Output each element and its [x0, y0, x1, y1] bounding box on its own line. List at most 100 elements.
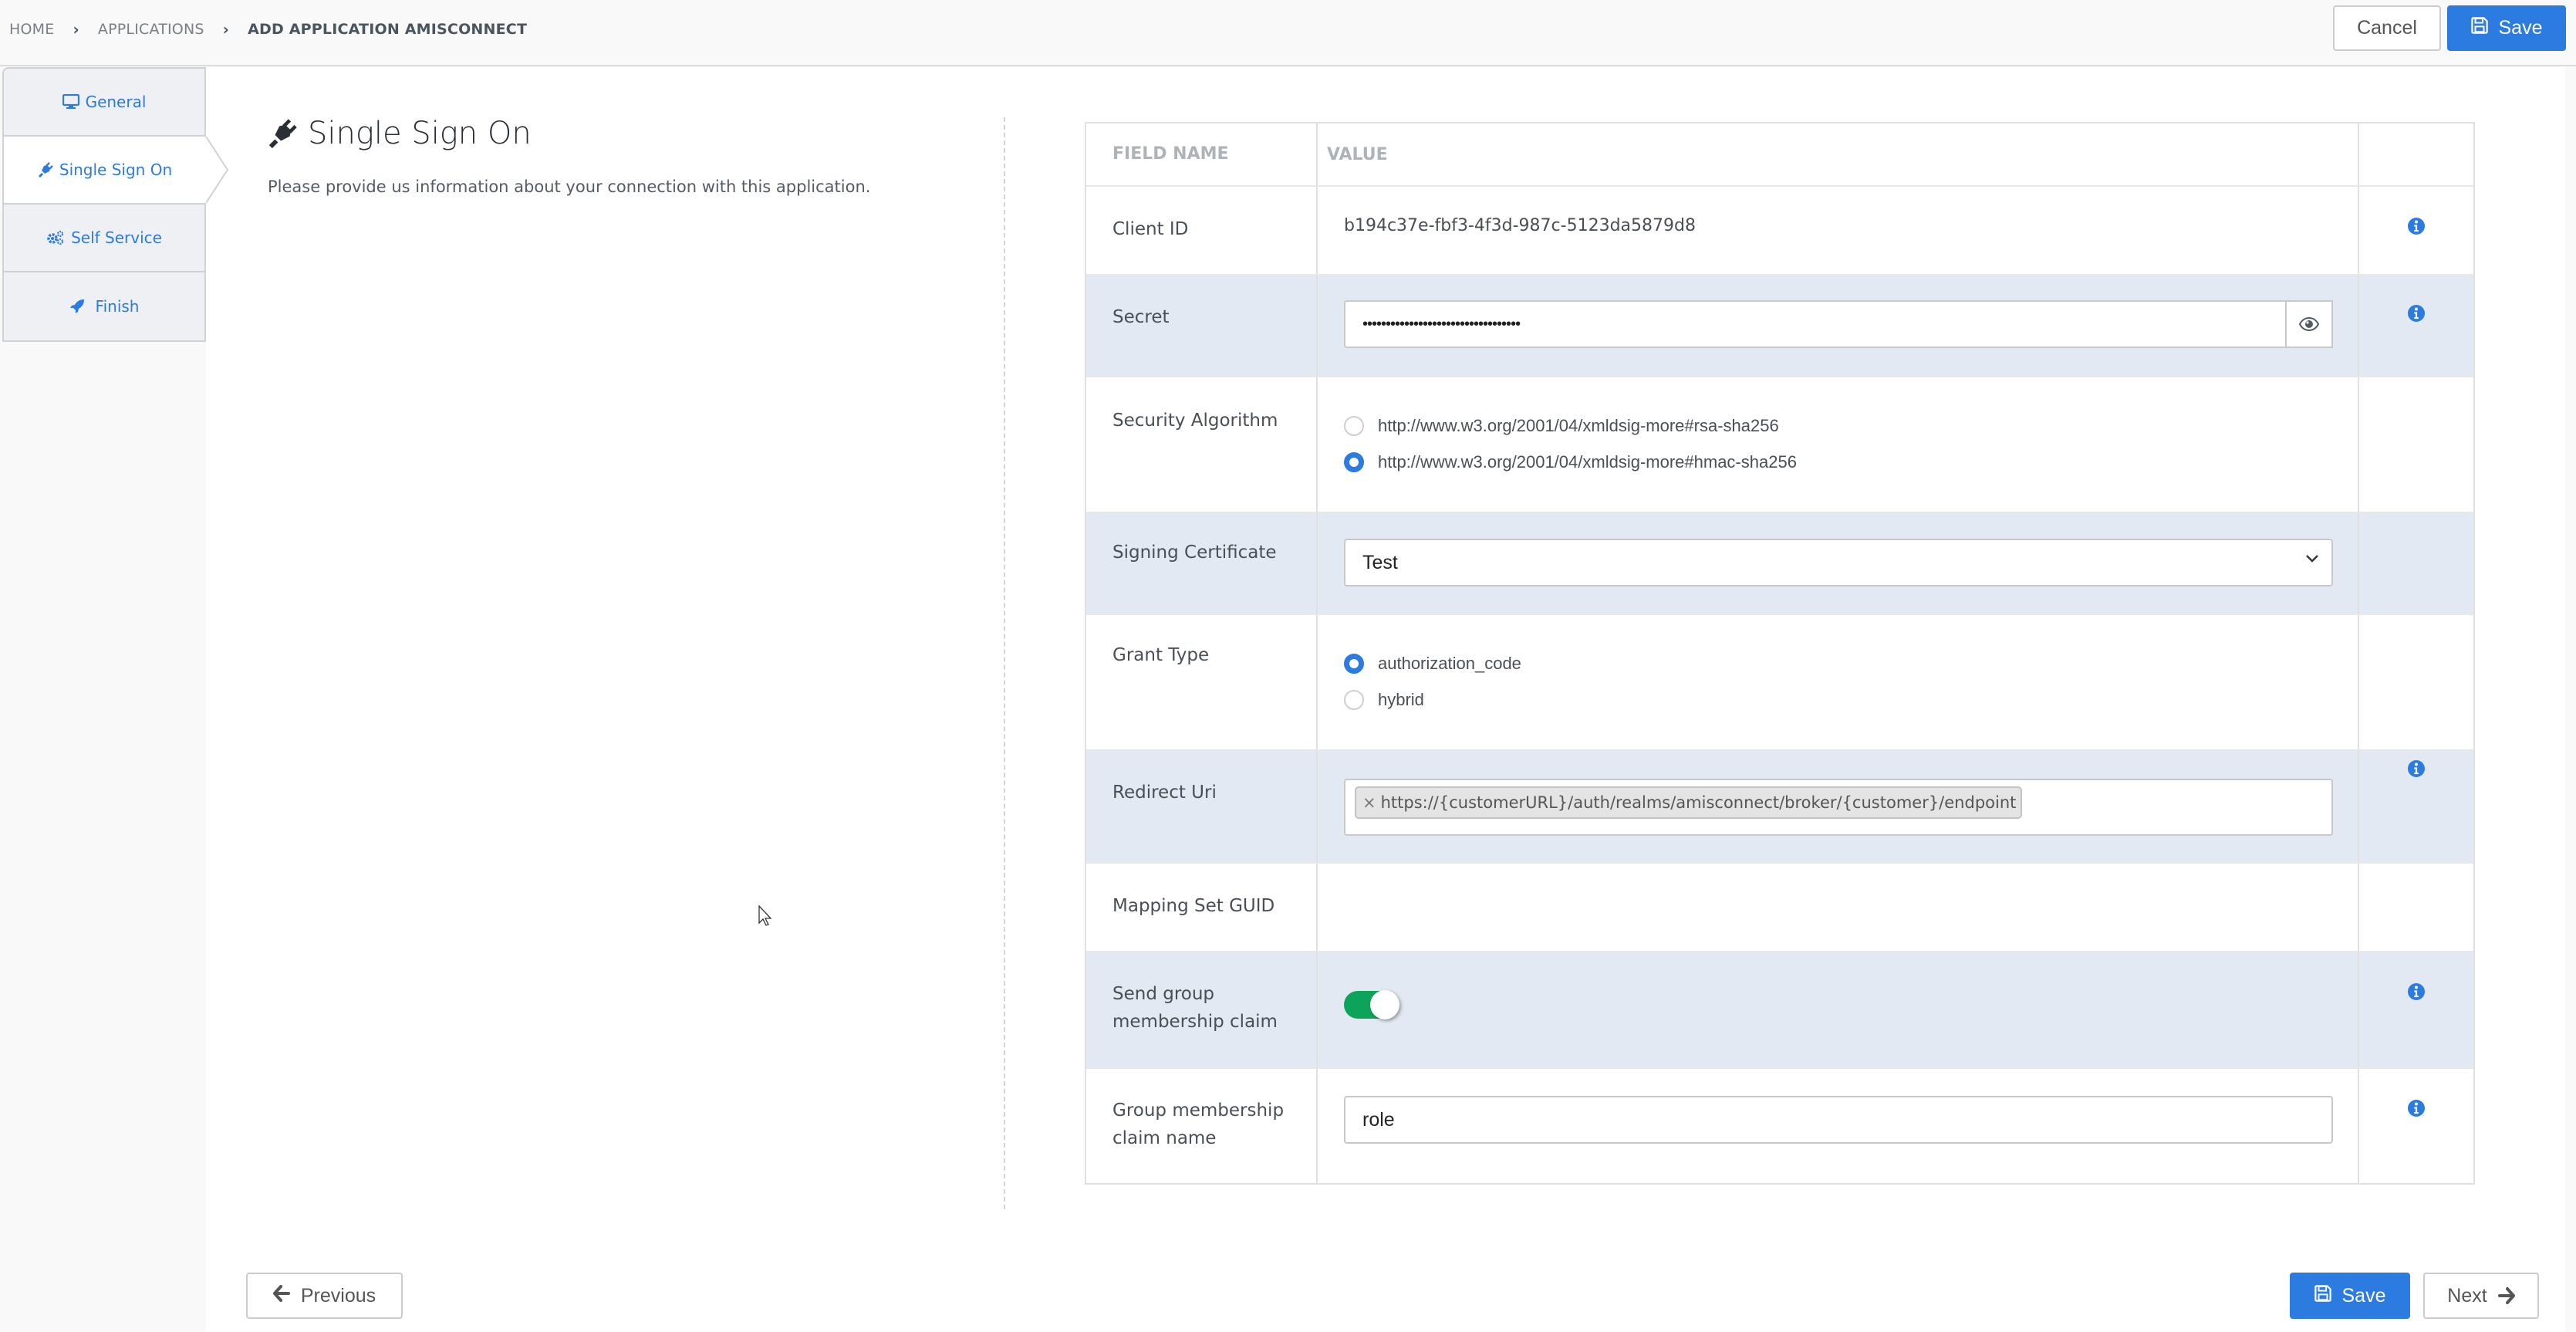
table-header-row: FIELD NAME VALUE: [1086, 123, 2473, 187]
table-row-group-claim-name: Group membership claim name role: [1086, 1069, 2473, 1183]
breadcrumb-home[interactable]: HOME: [9, 21, 54, 38]
info-cell: [2359, 952, 2473, 1067]
table-row-security-algorithm: Security Algorithm http://www.w3.org/200…: [1086, 377, 2473, 513]
info-cell: [2359, 377, 2473, 512]
column-header-info: [2359, 123, 2473, 185]
redirect-uri-tag-input[interactable]: × https://{customerURL}/auth/realms/amis…: [1344, 779, 2333, 836]
field-value-cell: Test: [1318, 513, 2359, 614]
next-label: Next: [2447, 1284, 2487, 1307]
group-claim-name-input[interactable]: role: [1344, 1096, 2333, 1144]
field-value-cell: [1318, 952, 2359, 1067]
redirect-uri-tag: × https://{customerURL}/auth/realms/amis…: [1355, 786, 2023, 819]
radio-hmac-sha256[interactable]: http://www.w3.org/2001/04/xmldsig-more#h…: [1344, 452, 1797, 472]
field-label-line: Send group: [1112, 984, 1215, 1004]
field-value-cell: authorization_code hybrid: [1318, 615, 2359, 749]
previous-button[interactable]: Previous: [246, 1273, 403, 1319]
info-cell: [2359, 751, 2473, 862]
tab-general[interactable]: General: [2, 67, 206, 137]
arrow-right-icon: [2497, 1287, 2515, 1304]
active-tab-arrow: [206, 137, 229, 203]
radio-button-checked[interactable]: [1344, 452, 1364, 472]
save-icon: [2314, 1284, 2331, 1307]
radio-button[interactable]: [1344, 690, 1364, 710]
show-secret-button[interactable]: [2285, 300, 2333, 348]
column-header-value: VALUE: [1318, 123, 2359, 185]
breadcrumb: HOME › APPLICATIONS › ADD APPLICATION AM…: [9, 19, 527, 40]
table-row-client-id: Client ID b194c37e-fbf3-4f3d-987c-5123da…: [1086, 187, 2473, 276]
eye-icon: [2299, 317, 2319, 331]
radio-label: hybrid: [1378, 690, 1424, 709]
field-label-line: claim name: [1112, 1128, 1217, 1148]
tab-label: Finish: [95, 297, 140, 316]
secret-input[interactable]: ••••••••••••••••••••••••••••••••••: [1344, 300, 2333, 348]
save-icon: [2470, 17, 2488, 39]
info-cell: [2359, 276, 2473, 376]
radio-authorization-code[interactable]: authorization_code: [1344, 654, 1521, 674]
field-label: Client ID: [1086, 187, 1318, 274]
field-value-cell: role: [1318, 1069, 2359, 1183]
previous-label: Previous: [300, 1284, 376, 1307]
info-cell: [2359, 1069, 2473, 1183]
table-row-mapping-set-guid: Mapping Set GUID: [1086, 864, 2473, 952]
desktop-icon: [62, 94, 79, 110]
tab-label: General: [85, 93, 147, 111]
page-title: Single Sign On: [268, 116, 532, 151]
tag-label: https://{customerURL}/auth/realms/amisco…: [1380, 793, 2017, 812]
cancel-label: Cancel: [2357, 17, 2417, 39]
radio-button[interactable]: [1344, 416, 1364, 436]
info-cell: [2359, 513, 2473, 614]
next-button[interactable]: Next: [2423, 1273, 2539, 1319]
info-icon[interactable]: [2408, 983, 2425, 1000]
table-row-grant-type: Grant Type authorization_code hybrid: [1086, 615, 2473, 751]
page-subtitle: Please provide us information about your…: [268, 177, 871, 196]
tab-self-service[interactable]: Self Service: [2, 205, 206, 272]
info-cell: [2359, 615, 2473, 749]
tab-label: Self Service: [71, 228, 162, 247]
cogs-icon: [46, 230, 65, 245]
chevron-right-icon: ›: [73, 20, 79, 39]
info-icon[interactable]: [2408, 218, 2425, 235]
field-label: Mapping Set GUID: [1086, 864, 1318, 951]
plug-icon: [268, 119, 297, 148]
rocket-icon: [69, 299, 85, 314]
save-label: Save: [2341, 1284, 2386, 1307]
save-label: Save: [2498, 17, 2543, 39]
tab-label: Single Sign On: [59, 161, 173, 179]
info-icon[interactable]: [2408, 305, 2425, 322]
field-label: Redirect Uri: [1086, 751, 1318, 862]
radio-button-checked[interactable]: [1344, 654, 1364, 674]
client-id-value: b194c37e-fbf3-4f3d-987c-5123da5879d8: [1344, 216, 1696, 235]
field-value-cell: × https://{customerURL}/auth/realms/amis…: [1318, 751, 2359, 862]
field-value-cell: ••••••••••••••••••••••••••••••••••: [1318, 276, 2359, 376]
table-row-send-group-claim: Send group membership claim: [1086, 952, 2473, 1069]
info-icon[interactable]: [2408, 760, 2425, 777]
field-value-cell: [1318, 864, 2359, 951]
radio-rsa-sha256[interactable]: http://www.w3.org/2001/04/xmldsig-more#r…: [1344, 416, 1779, 436]
signing-certificate-select[interactable]: Test: [1344, 539, 2333, 587]
field-label: Send group membership claim: [1086, 952, 1318, 1067]
field-value-cell: b194c37e-fbf3-4f3d-987c-5123da5879d8: [1318, 187, 2359, 274]
field-label-line: Group membership: [1112, 1100, 1285, 1121]
table-row-signing-certificate: Signing Certificate Test: [1086, 513, 2473, 615]
secret-masked-value: ••••••••••••••••••••••••••••••••••: [1362, 315, 1521, 333]
send-group-claim-toggle[interactable]: [1344, 990, 1399, 1019]
section-divider: [1004, 117, 1005, 1209]
breadcrumb-applications[interactable]: APPLICATIONS: [98, 21, 204, 38]
cancel-button[interactable]: Cancel: [2333, 5, 2441, 51]
plug-icon: [38, 162, 53, 177]
save-button-top[interactable]: Save: [2447, 5, 2566, 51]
info-cell: [2359, 187, 2473, 274]
tab-single-sign-on[interactable]: Single Sign On: [2, 137, 229, 205]
table-row-secret: Secret •••••••••••••••••••••••••••••••••…: [1086, 276, 2473, 377]
chevron-right-icon: ›: [222, 20, 230, 39]
radio-hybrid[interactable]: hybrid: [1344, 690, 1424, 710]
sso-settings-table: FIELD NAME VALUE Client ID b194c37e-fbf3…: [1085, 122, 2475, 1185]
selected-value: Test: [1362, 551, 1398, 573]
tab-finish[interactable]: Finish: [2, 272, 206, 342]
field-label: Group membership claim name: [1086, 1069, 1318, 1183]
page-title-text: Single Sign On: [308, 116, 532, 151]
info-icon[interactable]: [2408, 1100, 2425, 1117]
save-button-bottom[interactable]: Save: [2290, 1273, 2410, 1319]
remove-tag-icon[interactable]: ×: [1362, 793, 1376, 812]
radio-label: authorization_code: [1378, 654, 1521, 673]
